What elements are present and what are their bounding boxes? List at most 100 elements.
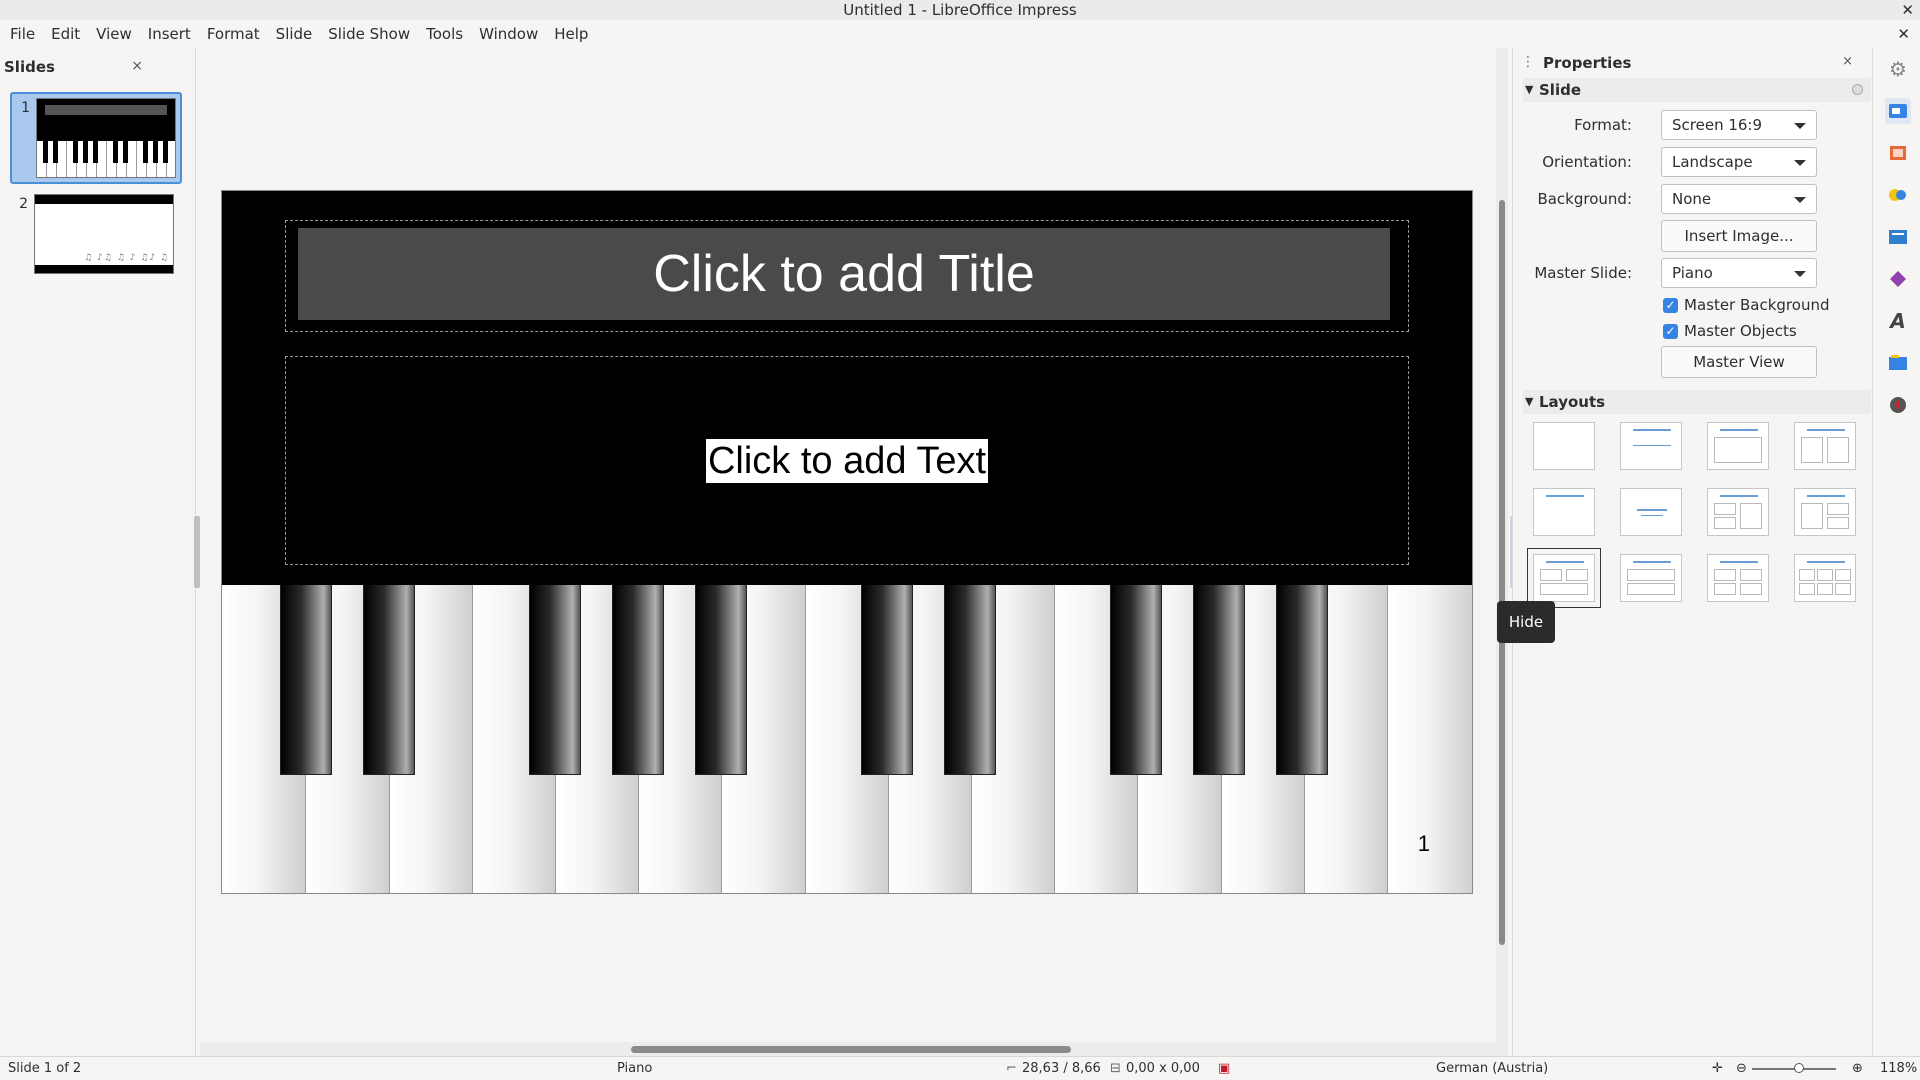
layout-subtitle-line	[1641, 515, 1663, 516]
layout-title-content-2content[interactable]	[1794, 488, 1856, 536]
slide-preview: ♫ ♪♫ ♫ ♪ ♫♪ ♫	[34, 194, 174, 274]
chevron-down-icon	[1794, 123, 1806, 129]
master-objects-label: Master Objects	[1684, 322, 1797, 340]
master-slide-value: Piano	[1672, 264, 1713, 282]
master-slide-dropdown[interactable]: Piano	[1661, 258, 1817, 288]
gallery-icon[interactable]	[1885, 350, 1911, 376]
menu-slide-show[interactable]: Slide Show	[320, 20, 418, 48]
gear-icon[interactable]: ⚙	[1885, 56, 1911, 82]
layouts-section-title: Layouts	[1539, 393, 1606, 411]
menu-insert[interactable]: Insert	[140, 20, 199, 48]
master-slide-status[interactable]: Piano	[617, 1057, 652, 1080]
layout-content-box	[1827, 517, 1849, 529]
layout-content-box	[1827, 503, 1849, 515]
zoom-out-icon[interactable]: ⊖	[1736, 1057, 1747, 1080]
thumb-music-notes: ♫ ♪♫ ♫ ♪ ♫♪ ♫	[84, 253, 169, 263]
master-slide-label: Master Slide:	[1534, 264, 1632, 282]
horizontal-scrollbar[interactable]	[200, 1042, 1496, 1056]
slide-section-title: Slide	[1539, 81, 1581, 99]
black-key	[695, 585, 747, 775]
master-background-label: Master Background	[1684, 296, 1830, 314]
grip-icon[interactable]: ⋮	[1521, 54, 1535, 70]
vertical-scrollbar[interactable]	[1496, 48, 1508, 1056]
slides-pane-title: Slides	[4, 58, 55, 76]
master-slides-icon[interactable]	[1885, 224, 1911, 250]
more-options-icon[interactable]	[1852, 84, 1863, 95]
shapes-icon[interactable]	[1885, 266, 1911, 292]
properties-icon[interactable]	[1885, 98, 1911, 124]
slide-canvas[interactable]: Click to add Title Click to add Text 1	[221, 190, 1473, 894]
orientation-dropdown[interactable]: Landscape	[1661, 147, 1817, 177]
text-placeholder-text: Click to add Text	[705, 438, 989, 483]
layout-title-line	[1633, 561, 1671, 563]
menu-view[interactable]: View	[88, 20, 140, 48]
navigator-icon[interactable]	[1885, 392, 1911, 418]
zoom-level-status[interactable]: 118%	[1880, 1057, 1917, 1080]
document-close-icon[interactable]: ✕	[1897, 20, 1910, 48]
zoom-slider-knob[interactable]	[1794, 1063, 1804, 1073]
master-background-checkbox[interactable]: ✓ Master Background	[1663, 296, 1829, 314]
layout-blank[interactable]	[1533, 422, 1595, 470]
animation-icon[interactable]	[1885, 182, 1911, 208]
menu-edit[interactable]: Edit	[43, 20, 88, 48]
slide-section-header[interactable]: ▼ Slide	[1523, 78, 1871, 102]
layout-title-only[interactable]	[1533, 488, 1595, 536]
layout-content-box	[1540, 583, 1588, 595]
layout-title-content-over-content[interactable]	[1620, 554, 1682, 602]
menu-window[interactable]: Window	[471, 20, 546, 48]
slide-thumbnail-1[interactable]: 1	[10, 92, 182, 184]
styles-icon[interactable]: A	[1885, 308, 1911, 334]
layout-title-content[interactable]	[1707, 422, 1769, 470]
format-dropdown[interactable]: Screen 16:9	[1661, 110, 1817, 140]
layout-content-box	[1801, 503, 1823, 529]
title-placeholder[interactable]: Click to add Title	[285, 220, 1409, 332]
layout-title-2content-content[interactable]	[1707, 488, 1769, 536]
layout-title-4content[interactable]	[1707, 554, 1769, 602]
black-key	[1276, 585, 1328, 775]
format-value: Screen 16:9	[1672, 116, 1763, 134]
text-placeholder[interactable]: Click to add Text	[285, 356, 1409, 565]
layout-title-2content-over-content[interactable]	[1527, 548, 1601, 608]
fit-page-icon[interactable]: ✛	[1712, 1057, 1723, 1080]
layout-centered-text[interactable]	[1620, 488, 1682, 536]
menu-tools[interactable]: Tools	[418, 20, 471, 48]
language-status[interactable]: German (Austria)	[1436, 1057, 1548, 1080]
black-key	[363, 585, 415, 775]
master-view-button[interactable]: Master View	[1661, 346, 1817, 378]
thumb-black-key	[83, 141, 88, 163]
vertical-scroll-thumb[interactable]	[1499, 200, 1505, 945]
master-objects-checkbox[interactable]: ✓ Master Objects	[1663, 322, 1797, 340]
layout-title-slide[interactable]	[1620, 422, 1682, 470]
slide-thumbnail-2[interactable]: 2 ♫ ♪♫ ♫ ♪ ♫♪ ♫	[10, 190, 182, 282]
zoom-in-icon[interactable]: ⊕	[1852, 1057, 1863, 1080]
layout-content-box	[1817, 569, 1833, 581]
checkmark-icon: ✓	[1663, 297, 1678, 313]
layout-content-box	[1740, 503, 1762, 529]
thumb-black-key	[53, 141, 58, 163]
menu-slide[interactable]: Slide	[268, 20, 321, 48]
background-dropdown[interactable]: None	[1661, 184, 1817, 214]
insert-image-button[interactable]: Insert Image...	[1661, 220, 1817, 252]
slides-pane-close-icon[interactable]: ×	[131, 58, 143, 74]
thumb-bottom-bar	[35, 265, 173, 273]
layout-title-6content[interactable]	[1794, 554, 1856, 602]
window-close-icon[interactable]: ✕	[1901, 0, 1914, 20]
menu-bar: File Edit View Insert Format Slide Slide…	[0, 20, 1920, 48]
collapse-caret-icon: ▼	[1525, 83, 1534, 96]
hide-tooltip: Hide	[1497, 601, 1555, 643]
properties-header: ⋮ Properties ×	[1513, 48, 1873, 76]
document-modified-icon[interactable]: ▣	[1218, 1057, 1230, 1080]
menu-file[interactable]: File	[2, 20, 43, 48]
properties-close-icon[interactable]: ×	[1842, 54, 1853, 69]
horizontal-scroll-thumb[interactable]	[631, 1046, 1071, 1053]
menu-format[interactable]: Format	[199, 20, 268, 48]
layout-title-two-content[interactable]	[1794, 422, 1856, 470]
thumb-black-key	[113, 141, 118, 163]
size-icon: ⊟	[1110, 1061, 1121, 1076]
slide-page-number: 1	[1417, 831, 1430, 856]
layouts-section-header[interactable]: ▼ Layouts	[1523, 390, 1871, 414]
slide-transition-icon[interactable]	[1885, 140, 1911, 166]
menu-help[interactable]: Help	[546, 20, 596, 48]
properties-sidebar: ⋮ Properties × ▼ Slide Format: Screen 16…	[1512, 48, 1872, 1056]
thumb-piano-keys	[37, 141, 175, 177]
